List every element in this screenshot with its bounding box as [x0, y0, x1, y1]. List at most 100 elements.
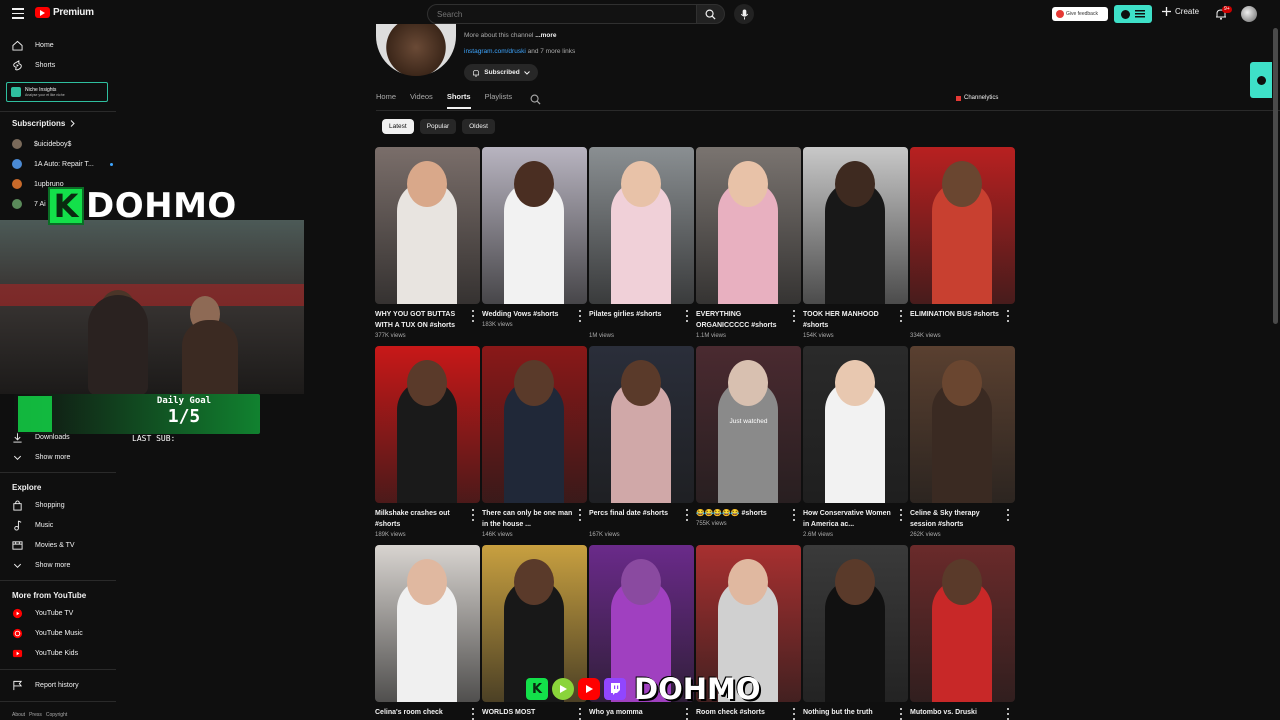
short-thumbnail[interactable] [589, 147, 694, 304]
short-card[interactable]: Just watched 😂😂😂😂😂 #shorts 755K views [696, 346, 801, 527]
subscriptions-heading[interactable]: Subscriptions [12, 119, 76, 128]
sidebar-item-youtube-tv[interactable]: YouTube TV [12, 608, 73, 619]
short-card[interactable]: EVERYTHING ORGANICCCCC #shorts 1.1M views [696, 147, 801, 339]
short-card[interactable]: Celina's room check [375, 545, 480, 720]
chip-latest[interactable]: Latest [382, 119, 414, 134]
short-card[interactable]: ELIMINATION BUS #shorts 334K views [910, 147, 1015, 339]
sidebar-item-home[interactable]: Home [12, 40, 54, 51]
short-thumbnail[interactable] [482, 346, 587, 503]
short-card[interactable]: Nothing but the truth [803, 545, 908, 720]
short-card[interactable]: How Conservative Women in America ac... 2… [803, 346, 908, 538]
tab-shorts[interactable]: Shorts [446, 92, 471, 109]
more-options-icon[interactable] [1006, 310, 1010, 322]
short-title[interactable]: Pilates girlies #shorts [589, 309, 681, 320]
youtube-premium-logo[interactable]: Premium [35, 7, 94, 18]
tab-home[interactable]: Home [376, 92, 396, 109]
channel-links[interactable]: instagram.com/druski and 7 more links [464, 48, 575, 55]
more-options-icon[interactable] [578, 509, 582, 521]
give-feedback-button[interactable]: Give feedback [1052, 7, 1108, 21]
chip-popular[interactable]: Popular [419, 119, 457, 134]
more-options-icon[interactable] [899, 708, 903, 720]
more-options-icon[interactable] [685, 708, 689, 720]
sidebar-item-movies[interactable]: Movies & TV [12, 540, 75, 551]
sidebar-item-music[interactable]: Music [12, 520, 53, 531]
channel-avatar-large[interactable] [376, 24, 456, 76]
short-card[interactable]: Celine & Sky therapy session #shorts 262K… [910, 346, 1015, 538]
create-button[interactable]: Create [1162, 7, 1199, 16]
short-title[interactable]: There can only be one man in the house .… [482, 508, 574, 530]
footer-link-copyright[interactable]: Copyright [46, 712, 67, 718]
short-thumbnail[interactable] [589, 346, 694, 503]
short-title[interactable]: Milkshake crashes out #shorts [375, 508, 467, 530]
search-input[interactable] [427, 4, 697, 24]
more-options-icon[interactable] [471, 310, 475, 322]
more-options-icon[interactable] [685, 310, 689, 322]
show-more-button[interactable]: Show more [12, 560, 70, 571]
short-thumbnail[interactable] [375, 147, 480, 304]
more-options-icon[interactable] [578, 708, 582, 720]
short-thumbnail[interactable] [482, 147, 587, 304]
channel-search-icon[interactable] [530, 94, 541, 105]
chip-oldest[interactable]: Oldest [462, 119, 495, 134]
more-options-icon[interactable] [1006, 708, 1010, 720]
more-options-icon[interactable] [792, 310, 796, 322]
short-card[interactable]: TOOK HER MANHOOD #shorts 154K views [803, 147, 908, 339]
channelytics-button[interactable]: Channelytics [956, 95, 998, 101]
search-button[interactable] [696, 4, 725, 24]
sidebar-item-youtube-kids[interactable]: YouTube Kids [12, 648, 78, 659]
short-title[interactable]: WORLDS MOST [482, 707, 574, 718]
more-options-icon[interactable] [1006, 509, 1010, 521]
short-thumbnail[interactable] [803, 346, 908, 503]
tab-playlists[interactable]: Playlists [485, 92, 513, 109]
sidebar-sub-item[interactable]: 7 Ai [12, 199, 46, 209]
short-card[interactable]: There can only be one man in the house .… [482, 346, 587, 538]
short-title[interactable]: Percs final date #shorts [589, 508, 681, 519]
short-thumbnail[interactable] [910, 346, 1015, 503]
short-thumbnail[interactable] [910, 545, 1015, 702]
short-title[interactable]: How Conservative Women in America ac... [803, 508, 895, 530]
short-title[interactable]: EVERYTHING ORGANICCCCC #shorts [696, 309, 788, 331]
sidebar-sub-item[interactable]: $uicideboy$ [12, 139, 71, 149]
more-options-icon[interactable] [471, 708, 475, 720]
channel-link-instagram[interactable]: instagram.com/druski [464, 48, 526, 55]
more-options-icon[interactable] [899, 310, 903, 322]
footer-link-press[interactable]: Press [29, 712, 42, 718]
footer-link-about[interactable]: About [12, 712, 25, 718]
short-thumbnail[interactable] [803, 545, 908, 702]
sidebar-item-shorts[interactable]: Shorts [12, 60, 55, 71]
short-thumbnail[interactable] [375, 545, 480, 702]
niche-insights-button[interactable]: Niche Insights Analyse your et like niche [6, 82, 108, 102]
channel-about[interactable]: More about this channel ...more [464, 32, 557, 39]
sidebar-item-youtube-music[interactable]: YouTube Music [12, 628, 83, 639]
short-title[interactable]: ELIMINATION BUS #shorts [910, 309, 1002, 320]
more-options-icon[interactable] [578, 310, 582, 322]
page-scrollbar[interactable] [1273, 28, 1278, 324]
short-card[interactable]: Mutombo vs. Druski [910, 545, 1015, 720]
short-title[interactable]: Mutombo vs. Druski [910, 707, 1002, 718]
short-title[interactable]: Wedding Vows #shorts [482, 309, 574, 320]
hamburger-menu-icon[interactable] [12, 8, 24, 19]
more-options-icon[interactable] [471, 509, 475, 521]
short-title[interactable]: WHY YOU GOT BUTTAS WITH A TUX ON #shorts [375, 309, 467, 331]
short-title[interactable]: TOOK HER MANHOOD #shorts [803, 309, 895, 331]
more-options-icon[interactable] [792, 708, 796, 720]
short-title[interactable]: Room check #shorts [696, 707, 788, 718]
short-card[interactable]: WHY YOU GOT BUTTAS WITH A TUX ON #shorts… [375, 147, 480, 339]
extension-button[interactable] [1114, 5, 1152, 23]
sidebar-sub-item[interactable]: 1A Auto: Repair T... [12, 159, 113, 169]
short-thumbnail[interactable]: Just watched [696, 346, 801, 503]
short-thumbnail[interactable] [696, 147, 801, 304]
short-title[interactable]: Who ya momma [589, 707, 681, 718]
more-options-icon[interactable] [899, 509, 903, 521]
account-avatar[interactable] [1241, 6, 1257, 22]
sidebar-item-report-history[interactable]: Report history [12, 680, 79, 691]
short-thumbnail[interactable] [803, 147, 908, 304]
short-card[interactable]: Milkshake crashes out #shorts 189K views [375, 346, 480, 538]
short-card[interactable]: Percs final date #shorts 167K views [589, 346, 694, 538]
short-title[interactable]: 😂😂😂😂😂 #shorts [696, 508, 788, 519]
more-options-icon[interactable] [685, 509, 689, 521]
tab-videos[interactable]: Videos [410, 92, 433, 109]
side-extension-tab[interactable] [1250, 62, 1272, 98]
short-title[interactable]: Celine & Sky therapy session #shorts [910, 508, 1002, 530]
sidebar-item-shopping[interactable]: Shopping [12, 500, 65, 511]
